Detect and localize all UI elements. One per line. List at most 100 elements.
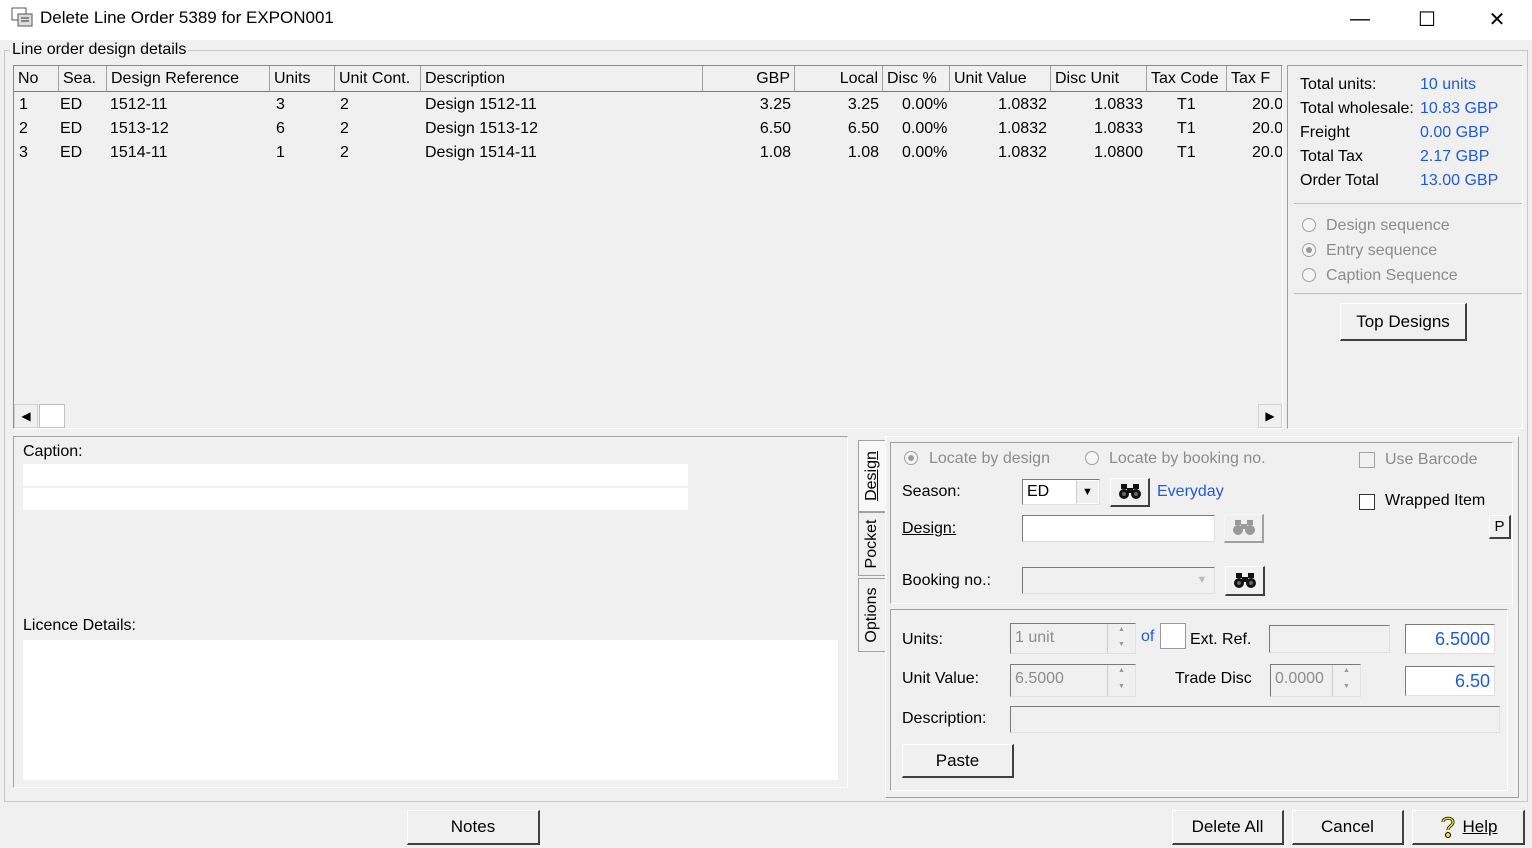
use-barcode-checkbox[interactable] xyxy=(1359,452,1375,468)
cell-description: Design 1512-11 xyxy=(425,96,537,113)
title-bar: Delete Line Order 5389 for EXPON001 — ☐ … xyxy=(0,0,1532,40)
window-title: Delete Line Order 5389 for EXPON001 xyxy=(40,8,334,27)
table-row[interactable]: 2 ED 1513-12 6 2 Design 1513-12 6.50 6.5… xyxy=(14,117,1282,141)
tab-pocket[interactable]: Pocket xyxy=(858,512,886,576)
close-button[interactable]: ✕ xyxy=(1462,0,1532,38)
locate-by-booking-radio[interactable] xyxy=(1085,451,1099,465)
design-search-button[interactable] xyxy=(1224,514,1264,543)
col-header-description[interactable]: Description xyxy=(421,66,703,92)
col-header-local[interactable]: Local xyxy=(795,66,883,92)
design-lines-table[interactable]: No Sea. Design Reference Units Unit Cont… xyxy=(13,65,1283,429)
cell-local: 6.50 xyxy=(847,120,879,137)
description-input[interactable] xyxy=(1010,706,1500,733)
total-wholesale-value: 10.83 GBP xyxy=(1420,100,1499,117)
cell-description: Design 1513-12 xyxy=(425,120,538,137)
design-sequence-radio[interactable] xyxy=(1302,218,1316,232)
cell-design-reference: 1513-12 xyxy=(110,120,169,137)
booking-search-button[interactable] xyxy=(1225,566,1265,596)
caption-line-1[interactable] xyxy=(23,464,688,486)
notes-button[interactable]: Notes xyxy=(407,810,540,845)
horizontal-scrollbar[interactable]: ◀ ▶ xyxy=(14,404,1282,428)
paste-button[interactable]: Paste xyxy=(902,744,1014,778)
cell-disc-pct: 0.00% xyxy=(902,120,948,137)
tab-design[interactable]: Design xyxy=(858,440,886,512)
season-label: Season: xyxy=(902,483,961,500)
cell-no: 3 xyxy=(19,144,28,161)
total-units-label: Total units: xyxy=(1300,76,1377,93)
cell-tax-f: 20.0 xyxy=(1252,120,1282,137)
chevron-down-icon[interactable]: ▼ xyxy=(1191,569,1213,592)
trade-disc-spin[interactable]: ▲ ▼ xyxy=(1332,665,1360,696)
col-header-tax-f[interactable]: Tax F xyxy=(1227,66,1282,92)
help-button[interactable]: Help xyxy=(1412,810,1525,845)
cell-disc-pct: 0.00% xyxy=(902,96,948,113)
scroll-thumb[interactable] xyxy=(39,404,65,428)
cell-tax-f: 20.0 xyxy=(1252,144,1282,161)
table-row[interactable]: 1 ED 1512-11 3 2 Design 1512-11 3.25 3.2… xyxy=(14,93,1282,117)
booking-select[interactable]: ▼ xyxy=(1022,567,1215,594)
cell-disc-pct: 0.00% xyxy=(902,144,948,161)
scroll-right-icon[interactable]: ▶ xyxy=(1258,404,1282,428)
units-label: Units: xyxy=(902,631,943,648)
col-header-no[interactable]: No xyxy=(14,66,59,92)
season-select[interactable]: ED ▼ xyxy=(1022,479,1100,505)
cell-unit-cont: 2 xyxy=(340,96,349,113)
minimize-button[interactable]: — xyxy=(1325,0,1395,38)
ext-ref-input[interactable] xyxy=(1269,625,1390,653)
col-header-disc-pct[interactable]: Disc % xyxy=(883,66,950,92)
col-header-unit-cont[interactable]: Unit Cont. xyxy=(335,66,421,92)
cell-unit-value: 1.0832 xyxy=(998,120,1047,137)
top-designs-button[interactable]: Top Designs xyxy=(1340,303,1467,341)
trade-disc-label: Trade Disc xyxy=(1175,670,1252,687)
caption-line-2[interactable] xyxy=(23,488,688,510)
col-header-unit-value[interactable]: Unit Value xyxy=(950,66,1051,92)
wrapped-item-checkbox[interactable] xyxy=(1359,494,1375,510)
unit-value-spin[interactable]: ▲ ▼ xyxy=(1107,665,1135,696)
table-row[interactable]: 3 ED 1514-11 1 2 Design 1514-11 1.08 1.0… xyxy=(14,141,1282,165)
unit-value-stepper[interactable]: 6.5000 ▲ ▼ xyxy=(1010,664,1136,697)
caption-sequence-label[interactable]: Caption Sequence xyxy=(1326,267,1458,285)
design-sequence-label[interactable]: Design sequence xyxy=(1326,217,1450,235)
cell-description: Design 1514-11 xyxy=(425,144,537,161)
group-title: Line order design details xyxy=(10,41,189,59)
unit-value-total: 6.50 xyxy=(1405,666,1495,696)
col-header-season[interactable]: Sea. xyxy=(59,66,107,92)
locate-by-design-radio[interactable] xyxy=(904,451,918,465)
ext-ref-checkbox[interactable] xyxy=(1160,623,1186,649)
cell-tax-code: T1 xyxy=(1177,144,1196,161)
wrapped-item-label[interactable]: Wrapped Item xyxy=(1385,492,1485,510)
locate-by-design-label[interactable]: Locate by design xyxy=(929,450,1050,468)
cell-disc-unit: 1.0833 xyxy=(1094,96,1143,113)
p-button[interactable]: P xyxy=(1489,515,1511,539)
season-search-button[interactable] xyxy=(1110,478,1150,507)
chevron-down-icon[interactable]: ▼ xyxy=(1076,481,1098,503)
design-input[interactable] xyxy=(1022,515,1215,542)
cell-unit-cont: 2 xyxy=(340,120,349,137)
col-header-units[interactable]: Units xyxy=(270,66,335,92)
entry-sequence-label[interactable]: Entry sequence xyxy=(1326,242,1437,260)
cancel-button[interactable]: Cancel xyxy=(1292,810,1404,845)
binoculars-icon xyxy=(1118,484,1141,499)
units-stepper[interactable]: 1 unit ▲ ▼ xyxy=(1010,623,1136,654)
app-icon xyxy=(11,7,33,27)
tab-options[interactable]: Options xyxy=(858,578,886,652)
caption-sequence-radio[interactable] xyxy=(1302,268,1316,282)
entry-sequence-radio[interactable] xyxy=(1302,243,1316,257)
delete-all-button[interactable]: Delete All xyxy=(1172,810,1284,845)
licence-details-field[interactable] xyxy=(23,640,838,780)
maximize-button[interactable]: ☐ xyxy=(1392,0,1462,38)
col-header-design-reference[interactable]: Design Reference xyxy=(107,66,270,92)
col-header-tax-code[interactable]: Tax Code xyxy=(1147,66,1227,92)
cell-gbp: 3.25 xyxy=(759,96,791,113)
locate-by-booking-label[interactable]: Locate by booking no. xyxy=(1109,450,1266,468)
description-label: Description: xyxy=(902,710,987,727)
scroll-left-icon[interactable]: ◀ xyxy=(14,404,38,428)
trade-disc-stepper[interactable]: 0.0000 ▲ ▼ xyxy=(1270,664,1361,697)
cell-local: 1.08 xyxy=(847,144,879,161)
use-barcode-label[interactable]: Use Barcode xyxy=(1385,451,1478,469)
units-total-value: 6.5000 xyxy=(1405,624,1495,654)
col-header-disc-unit[interactable]: Disc Unit xyxy=(1051,66,1147,92)
help-icon xyxy=(1441,816,1455,838)
col-header-gbp[interactable]: GBP xyxy=(703,66,795,92)
units-spin[interactable]: ▲ ▼ xyxy=(1107,624,1135,653)
